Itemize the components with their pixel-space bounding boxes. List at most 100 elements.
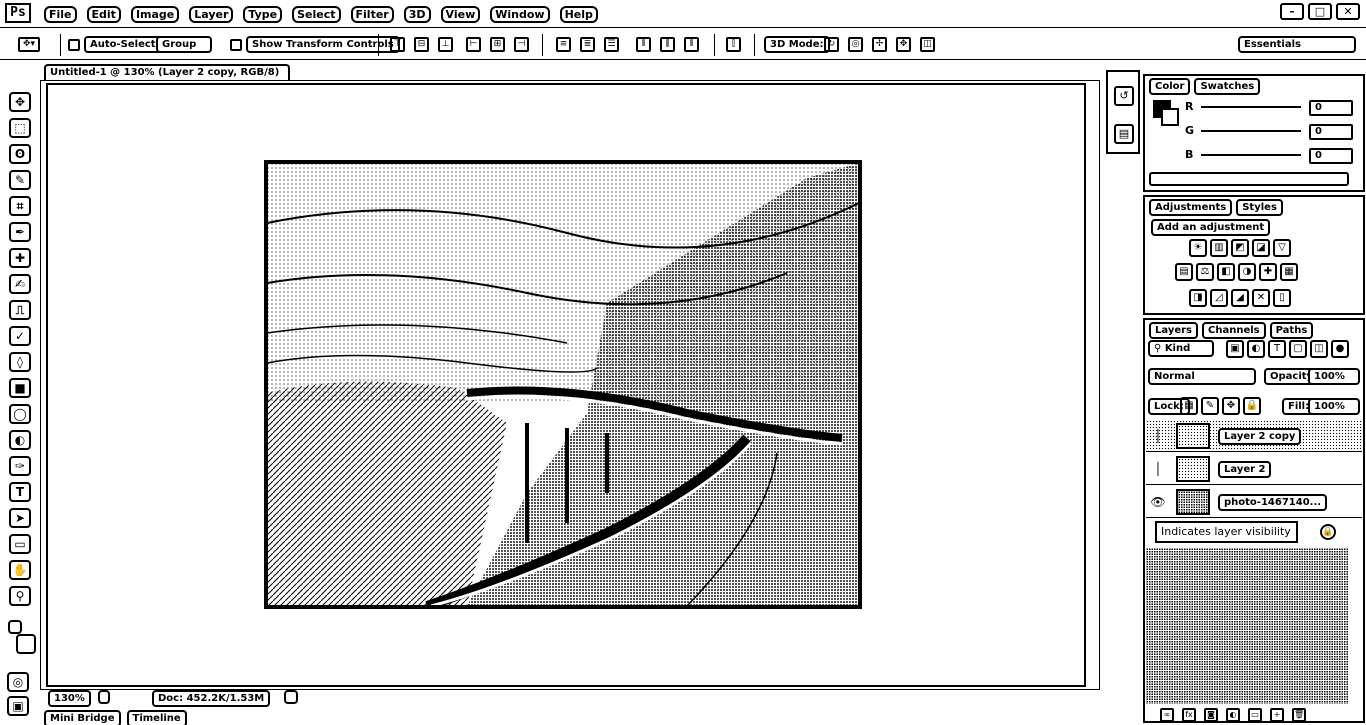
adjustment-layer-icon[interactable]: ◐ xyxy=(1226,708,1240,722)
channel-mixer-icon[interactable]: ✚ xyxy=(1259,263,1277,281)
maximize-button[interactable]: □ xyxy=(1308,3,1332,20)
align-right-icon[interactable]: ⊣ xyxy=(514,37,529,52)
filter-pixel-icon[interactable]: ▣ xyxy=(1226,340,1244,358)
exposure-icon[interactable]: ◪ xyxy=(1252,239,1270,257)
menu-layer[interactable]: Layer xyxy=(189,6,234,23)
tab-layers[interactable]: Layers xyxy=(1149,322,1198,339)
blue-slider-track[interactable] xyxy=(1201,154,1301,156)
menu-edit[interactable]: Edit xyxy=(86,6,121,23)
align-bottom-icon[interactable]: ⊥ xyxy=(438,37,453,52)
3d-roll-icon[interactable]: ◎ xyxy=(848,37,863,52)
quick-mask-icon[interactable]: ◎ xyxy=(7,672,29,692)
layer-mask-icon[interactable]: ◙ xyxy=(1204,708,1218,722)
tab-adjustments[interactable]: Adjustments xyxy=(1149,199,1233,216)
gradient-map-icon[interactable]: ▯ xyxy=(1273,289,1291,307)
menu-type[interactable]: Type xyxy=(243,6,283,23)
posterize-icon[interactable]: ◿ xyxy=(1210,289,1228,307)
tab-swatches[interactable]: Swatches xyxy=(1194,78,1261,95)
tab-channels[interactable]: Channels xyxy=(1202,322,1266,339)
menu-help[interactable]: Help xyxy=(559,6,598,23)
properties-icon[interactable]: ▤ xyxy=(1114,124,1134,144)
selective-color-icon[interactable]: ✕ xyxy=(1252,289,1270,307)
history-icon[interactable]: ↺ xyxy=(1114,86,1134,106)
blue-value-field[interactable]: 0 xyxy=(1309,148,1353,164)
menu-3d[interactable]: 3D xyxy=(403,6,431,23)
color-lookup-icon[interactable]: ▦ xyxy=(1280,263,1298,281)
fill-field[interactable]: 100% xyxy=(1308,398,1360,415)
red-slider[interactable]: R 0 xyxy=(1185,100,1353,116)
eraser-tool[interactable]: ◊ xyxy=(9,352,31,372)
layer-row-selected[interactable]: │ Layer 2 copy xyxy=(1146,420,1362,452)
brightness-icon[interactable]: ☀ xyxy=(1189,239,1207,257)
healing-tool[interactable]: ✚ xyxy=(9,248,31,268)
delete-layer-icon[interactable]: 🗑 xyxy=(1292,708,1306,722)
move-tool[interactable]: ✥ xyxy=(9,92,31,112)
brush-tool[interactable]: ✍ xyxy=(9,274,31,294)
3d-rotate-icon[interactable]: ↻ xyxy=(824,37,839,52)
blue-slider[interactable]: B 0 xyxy=(1185,148,1353,164)
vibrance-icon[interactable]: ▽ xyxy=(1273,239,1291,257)
dodge-tool[interactable]: ◐ xyxy=(9,430,31,450)
tab-color[interactable]: Color xyxy=(1149,78,1191,95)
show-transform-checkbox[interactable] xyxy=(230,39,242,51)
curves-icon[interactable]: ◩ xyxy=(1231,239,1249,257)
move-tool-preset-icon[interactable]: ✥▾ xyxy=(18,37,40,52)
red-value-field[interactable]: 0 xyxy=(1309,100,1353,116)
hand-tool[interactable]: ✋ xyxy=(9,560,31,580)
3d-scale-icon[interactable]: ◫ xyxy=(920,37,935,52)
crop-tool[interactable]: ⌗ xyxy=(9,196,31,216)
visibility-toggle-empty[interactable]: │ xyxy=(1150,461,1166,477)
foreground-color-swatch[interactable] xyxy=(8,620,22,634)
close-document-icon[interactable]: ✕ xyxy=(287,67,288,78)
filter-smart-object-icon[interactable]: ◫ xyxy=(1310,340,1328,358)
align-hcenter-icon[interactable]: ⊞ xyxy=(490,37,505,52)
tab-styles[interactable]: Styles xyxy=(1236,199,1283,216)
green-value-field[interactable]: 0 xyxy=(1309,124,1353,140)
align-left-icon[interactable]: ⊢ xyxy=(466,37,481,52)
levels-icon[interactable]: ▥ xyxy=(1210,239,1228,257)
auto-select-dropdown[interactable]: Group xyxy=(156,36,212,53)
zoom-level[interactable]: 130% xyxy=(48,690,91,707)
kind-filter-dropdown[interactable]: ⚲ Kind xyxy=(1148,340,1214,357)
distribute-left-icon[interactable]: ⦀ xyxy=(636,37,651,52)
3d-pan-icon[interactable]: ✢ xyxy=(872,37,887,52)
eyedropper-tool[interactable]: ✒ xyxy=(9,222,31,242)
layer-name[interactable]: Layer 2 xyxy=(1218,461,1272,478)
distribute-hcenter-icon[interactable]: ⫼ xyxy=(660,37,675,52)
timeline-tab[interactable]: Timeline xyxy=(126,710,187,725)
threshold-icon[interactable]: ◢ xyxy=(1231,289,1249,307)
color-ramp[interactable] xyxy=(1149,172,1349,186)
distribute-right-icon[interactable]: ⫴ xyxy=(684,37,699,52)
background-color-swatch[interactable] xyxy=(16,634,36,654)
new-group-icon[interactable]: ▭ xyxy=(1248,708,1262,722)
workspace-dropdown[interactable]: Essentials xyxy=(1238,36,1356,53)
document-tab[interactable]: Untitled-1 @ 130% (Layer 2 copy, RGB/8) … xyxy=(44,64,290,80)
layer-name[interactable]: Layer 2 copy xyxy=(1218,428,1302,445)
red-slider-track[interactable] xyxy=(1201,106,1301,108)
layer-row[interactable]: 👁 photo-1467140... xyxy=(1146,486,1362,518)
auto-select-checkbox[interactable] xyxy=(68,39,80,51)
lock-position-icon[interactable]: ✥ xyxy=(1222,397,1240,415)
blend-mode-dropdown[interactable]: Normal xyxy=(1148,368,1256,385)
layer-style-icon[interactable]: fx xyxy=(1182,708,1196,722)
blur-tool[interactable]: ◯ xyxy=(9,404,31,424)
align-vcenter-icon[interactable]: ⊟ xyxy=(414,37,429,52)
status-menu-arrow-icon[interactable] xyxy=(284,690,298,704)
new-layer-icon[interactable]: + xyxy=(1270,708,1284,722)
green-slider-track[interactable] xyxy=(1201,130,1301,132)
path-select-tool[interactable]: ➤ xyxy=(9,508,31,528)
menu-select[interactable]: Select xyxy=(292,6,341,23)
layer-row[interactable]: │ Layer 2 xyxy=(1146,453,1362,485)
3d-slide-icon[interactable]: ✥ xyxy=(896,37,911,52)
layer-name[interactable]: photo-1467140... xyxy=(1218,494,1328,511)
distribute-bottom-icon[interactable]: ☰ xyxy=(604,37,619,52)
black-white-icon[interactable]: ◧ xyxy=(1217,263,1235,281)
tab-paths[interactable]: Paths xyxy=(1269,322,1314,339)
shape-tool[interactable]: ▭ xyxy=(9,534,31,554)
visibility-toggle-empty[interactable]: │ xyxy=(1150,428,1166,444)
marquee-tool[interactable]: ⬚ xyxy=(9,118,31,138)
lock-all-icon[interactable]: 🔒 xyxy=(1243,397,1261,415)
type-tool[interactable]: T xyxy=(9,482,31,502)
eye-icon[interactable]: 👁 xyxy=(1150,494,1166,510)
lasso-tool[interactable]: ʘ xyxy=(9,144,31,164)
